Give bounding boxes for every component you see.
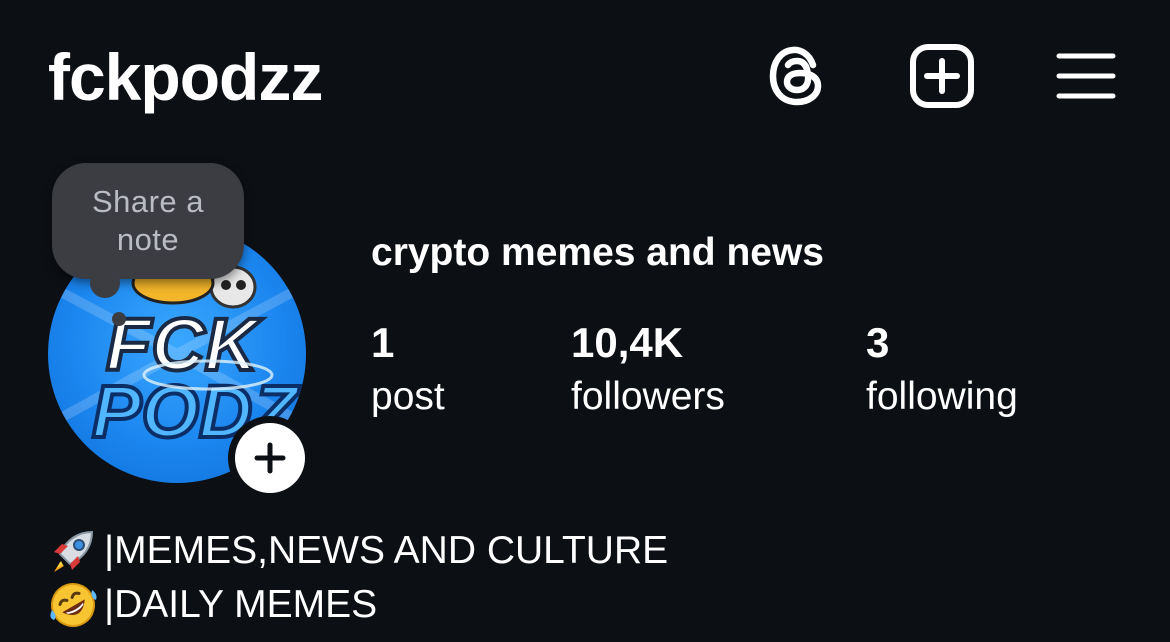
threads-icon xyxy=(769,46,822,106)
share-note-bubble[interactable]: Share a note xyxy=(52,163,244,279)
posts-count-value: 1 xyxy=(371,319,395,366)
add-story-button[interactable] xyxy=(228,416,312,500)
bio-line: |DAILY MEMES xyxy=(48,578,668,632)
followers-count-stat[interactable]: 10,4K followers xyxy=(571,318,725,422)
profile-bio: |MEMES,NEWS AND CULTURE |DAILY MEMES xyxy=(48,524,668,632)
create-post-icon xyxy=(910,44,974,108)
posts-count-label: post xyxy=(371,375,445,418)
threads-button[interactable] xyxy=(762,40,834,112)
profile-username[interactable]: fckpodzz xyxy=(48,38,323,116)
posts-count-stat[interactable]: 1 post xyxy=(371,318,445,422)
note-bubble-tail-dot xyxy=(90,268,120,298)
following-count-value: 3 xyxy=(866,319,890,366)
note-bubble-tail-dot-small xyxy=(112,312,126,326)
rocket-icon xyxy=(48,526,104,576)
bio-line: |MEMES,NEWS AND CULTURE xyxy=(48,524,668,578)
share-note-label: Share a note xyxy=(91,184,205,257)
create-post-button[interactable] xyxy=(906,40,978,112)
profile-display-name: crypto memes and news xyxy=(371,231,824,274)
following-count-label: following xyxy=(866,375,1018,418)
menu-icon xyxy=(1056,53,1116,99)
plus-icon xyxy=(254,442,286,474)
add-story-circle xyxy=(235,423,305,493)
bio-line-text: |MEMES,NEWS AND CULTURE xyxy=(104,529,669,572)
bio-line-text: |DAILY MEMES xyxy=(104,583,378,626)
following-count-stat[interactable]: 3 following xyxy=(866,318,1018,422)
menu-button[interactable] xyxy=(1050,40,1122,112)
followers-count-label: followers xyxy=(571,375,725,418)
followers-count-value: 10,4K xyxy=(571,319,684,366)
rolling-on-floor-laughing-icon xyxy=(48,580,104,630)
